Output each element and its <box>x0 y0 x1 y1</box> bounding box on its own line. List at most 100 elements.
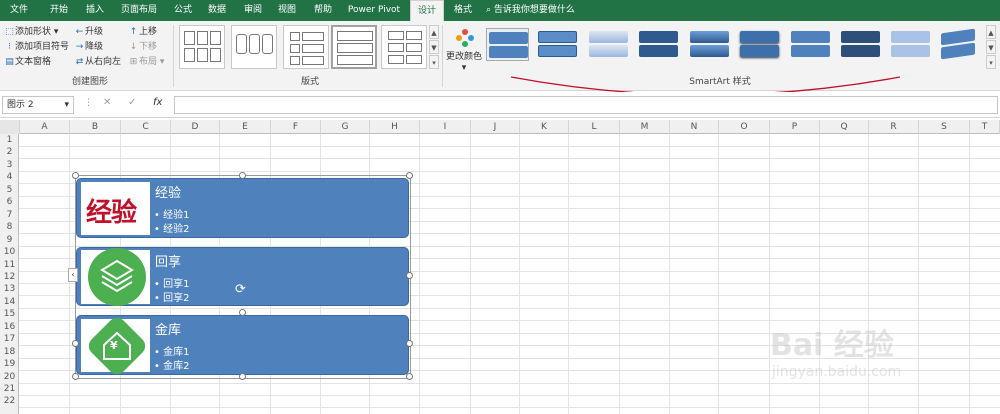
add-bullet-button[interactable]: ⁝ 添加项目符号 <box>4 40 69 55</box>
smartart-item-2[interactable]: 回享 • 回享1 • 回享2 <box>76 247 409 306</box>
layout-button[interactable]: ⊞ 布局 ▾ <box>128 55 165 70</box>
row-header-21[interactable]: 21 <box>0 383 19 395</box>
smartart-style-3[interactable] <box>587 28 630 61</box>
row-header-20[interactable]: 20 <box>0 371 19 383</box>
tell-me-box[interactable]: ⌕ 告诉我你想要做什么 <box>486 0 575 21</box>
row-header-8[interactable]: 8 <box>0 221 19 233</box>
resize-handle-bc[interactable] <box>239 373 246 380</box>
column-header-P[interactable]: P <box>770 120 820 134</box>
column-header-R[interactable]: R <box>869 120 919 134</box>
tab-design[interactable]: 设计 <box>410 0 444 21</box>
row-header-3[interactable]: 3 <box>0 159 19 171</box>
tab-home[interactable]: 开始 <box>44 0 74 21</box>
column-header-F[interactable]: F <box>271 120 321 134</box>
resize-handle-br[interactable] <box>406 373 413 380</box>
column-header-I[interactable]: I <box>420 120 471 134</box>
shape-handle[interactable] <box>239 309 246 316</box>
resize-handle-tc[interactable] <box>239 172 246 179</box>
row-header-13[interactable]: 13 <box>0 283 19 295</box>
column-header-L[interactable]: L <box>569 120 620 134</box>
column-header-H[interactable]: H <box>370 120 420 134</box>
layout-option-1[interactable] <box>179 25 225 69</box>
smartart-style-2[interactable] <box>536 28 579 61</box>
tab-review[interactable]: 审阅 <box>238 0 268 21</box>
row-header-4[interactable]: 4 <box>0 171 19 183</box>
row-header-15[interactable]: 15 <box>0 308 19 320</box>
tab-view[interactable]: 视图 <box>272 0 302 21</box>
resize-handle-mr[interactable] <box>406 340 413 347</box>
smartart-item-1[interactable]: 经验 经验 • 经验1 • 经验2 <box>76 178 409 238</box>
resize-handle-tr[interactable] <box>406 172 413 179</box>
smartart-style-9[interactable] <box>889 28 932 61</box>
text-pane-button[interactable]: ▤文本窗格 <box>4 55 51 70</box>
tab-page-layout[interactable]: 页面布局 <box>116 0 162 21</box>
add-shape-button[interactable]: ⬚添加形状 ▾ <box>4 25 58 40</box>
tab-format[interactable]: 格式 <box>448 0 478 21</box>
row-header-2[interactable]: 2 <box>0 146 19 158</box>
layout-option-3[interactable] <box>283 25 329 69</box>
shape-handle-right[interactable] <box>406 272 413 279</box>
layouts-scroll-up[interactable]: ▲ <box>429 25 439 39</box>
change-colors-button[interactable]: 更改颜色 ▾ <box>446 23 482 73</box>
column-header-B[interactable]: B <box>70 120 121 134</box>
column-header-N[interactable]: N <box>670 120 719 134</box>
column-header-A[interactable]: A <box>20 120 70 134</box>
resize-handle-ml[interactable] <box>72 340 79 347</box>
tab-help[interactable]: 帮助 <box>308 0 338 21</box>
styles-more[interactable]: ▾ <box>986 55 996 69</box>
column-header-O[interactable]: O <box>719 120 770 134</box>
column-header-T[interactable]: T <box>970 120 1000 134</box>
tab-data[interactable]: 数据 <box>202 0 232 21</box>
name-box[interactable]: 图示 2 ▾ <box>2 96 74 114</box>
tab-formulas[interactable]: 公式 <box>168 0 198 21</box>
column-header-C[interactable]: C <box>121 120 171 134</box>
smartart-style-4[interactable] <box>637 28 680 61</box>
column-header-E[interactable]: E <box>220 120 271 134</box>
row-header-5[interactable]: 5 <box>0 184 19 196</box>
column-header-M[interactable]: M <box>620 120 670 134</box>
resize-handle-tl[interactable] <box>72 172 79 179</box>
text-pane-toggle[interactable]: ‹ <box>68 268 78 282</box>
row-header-14[interactable]: 14 <box>0 296 19 308</box>
layout-option-4-selected[interactable] <box>331 25 377 69</box>
column-header-J[interactable]: J <box>471 120 520 134</box>
styles-scroll-up[interactable]: ▲ <box>986 25 996 39</box>
smartart-style-6[interactable] <box>738 28 781 61</box>
row-header-6[interactable]: 6 <box>0 196 19 208</box>
row-header-9[interactable]: 9 <box>0 234 19 246</box>
layout-option-2[interactable] <box>231 25 277 69</box>
layouts-scroll-down[interactable]: ▼ <box>429 40 439 54</box>
row-header-22[interactable]: 22 <box>0 395 19 407</box>
move-up-button[interactable]: ↑ 上移 <box>128 25 157 40</box>
column-header-G[interactable]: G <box>321 120 370 134</box>
smartart-style-5[interactable] <box>688 28 731 61</box>
resize-handle-bl[interactable] <box>72 373 79 380</box>
layouts-more[interactable]: ▾ <box>429 55 439 69</box>
row-header-17[interactable]: 17 <box>0 333 19 345</box>
formula-input[interactable] <box>174 96 998 114</box>
row-header-7[interactable]: 7 <box>0 209 19 221</box>
column-header-S[interactable]: S <box>919 120 970 134</box>
layout-option-5[interactable] <box>381 25 427 69</box>
tab-file[interactable]: 文件 <box>4 0 34 21</box>
row-header-10[interactable]: 10 <box>0 246 19 258</box>
demote-button[interactable]: → 降级 <box>74 40 103 55</box>
tab-power-pivot[interactable]: Power Pivot <box>344 0 404 21</box>
row-header-19[interactable]: 19 <box>0 358 19 370</box>
right-to-left-button[interactable]: ⇄ 从右向左 <box>74 55 121 70</box>
enter-icon[interactable]: ✓ <box>128 97 136 108</box>
row-header-16[interactable]: 16 <box>0 321 19 333</box>
column-header-D[interactable]: D <box>171 120 220 134</box>
row-header-12[interactable]: 12 <box>0 271 19 283</box>
rotate-handle-icon[interactable]: ⟳ <box>235 282 246 297</box>
row-header-18[interactable]: 18 <box>0 346 19 358</box>
insert-function-icon[interactable]: fx <box>153 97 162 108</box>
row-header-11[interactable]: 11 <box>0 259 19 271</box>
smartart-item-3[interactable]: ¥ 金库 • 金库1 • 金库2 <box>76 314 409 378</box>
tab-insert[interactable]: 插入 <box>80 0 110 21</box>
smartart-style-7[interactable] <box>789 28 832 61</box>
smartart-style-10[interactable] <box>939 28 979 61</box>
select-all-corner[interactable] <box>0 120 20 134</box>
move-down-button[interactable]: ↓ 下移 <box>128 40 157 55</box>
row-header-1[interactable]: 1 <box>0 134 19 146</box>
